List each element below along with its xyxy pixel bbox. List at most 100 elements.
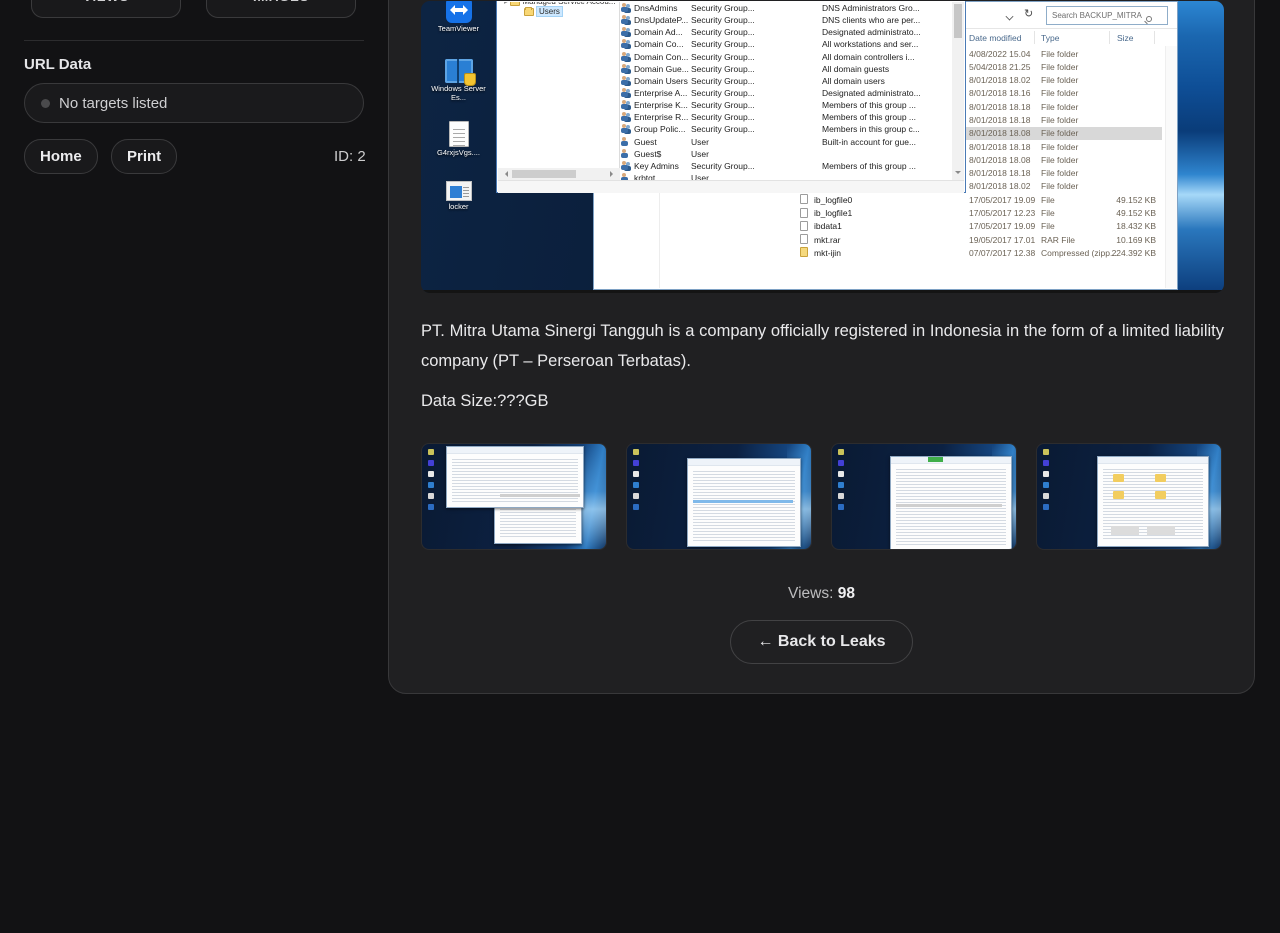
mini-file-tiles [1111, 526, 1139, 535]
views-count: 98 [838, 585, 855, 602]
scroll-down-icon [955, 171, 961, 177]
desktop-icon-document: G4rxjsVgs.... [421, 121, 496, 158]
folder-icon [524, 8, 534, 16]
file-size: 49.152 KB [1084, 208, 1156, 218]
file-size: 10.169 KB [1084, 235, 1156, 245]
sidebar: VIEWS IMAGES URL Data No targets listed … [0, 0, 388, 933]
date-modified: 8/01/2018 18.18 [969, 168, 1030, 178]
account-description: Designated administrato... [822, 88, 952, 98]
explorer-file-row: ib_logfile017/05/2017 19.09File49.152 KB [594, 193, 1164, 206]
tree-item-managed-service: ▸ Managed Service Accou... [504, 2, 615, 6]
mini-desktop-icons [1043, 449, 1049, 455]
aduc-window: ▸ Managed Service Accou... Users DnsAdmi… [496, 1, 966, 193]
print-button[interactable]: Print [111, 139, 177, 174]
group-icon [621, 161, 632, 171]
tab-images-label: IMAGES [253, 0, 309, 4]
tab-views[interactable]: VIEWS [31, 0, 181, 18]
file-name: mkt-ijin [814, 248, 841, 258]
group-icon [621, 112, 632, 122]
account-description: DNS clients who are per... [822, 15, 952, 25]
account-type: Security Group... [691, 88, 822, 98]
leak-thumbnail-2[interactable] [626, 443, 812, 550]
user-icon [621, 149, 632, 159]
account-description: Members of this group ... [822, 100, 952, 110]
account-description: Designated administrato... [822, 27, 952, 37]
account-type: Security Group... [691, 100, 822, 110]
group-icon [621, 39, 632, 49]
account-description: All domain users [822, 76, 952, 86]
tab-images[interactable]: IMAGES [206, 0, 356, 18]
account-type: Security Group... [691, 124, 822, 134]
scroll-left-icon [502, 171, 508, 177]
account-type: Security Group... [691, 112, 822, 122]
company-description: PT. Mitra Utama Sinergi Tangguh is a com… [421, 316, 1224, 376]
group-icon [621, 88, 632, 98]
account-name: Guest [634, 137, 691, 147]
leak-thumbnail-4[interactable] [1036, 443, 1222, 550]
mini-desktop-icons [428, 449, 434, 455]
aduc-row: Enterprise K...Security Group...Members … [621, 99, 952, 111]
desktop-icon-locker: locker [421, 181, 496, 212]
views-counter: Views: 98 [389, 585, 1254, 603]
aduc-row: krbtgtUser [621, 172, 952, 180]
zip-file-icon [800, 247, 808, 257]
account-name: Domain Con... [634, 52, 691, 62]
account-description: All workstations and ser... [822, 39, 952, 49]
leak-screenshot-main[interactable]: ↻ Search BACKUP_MITRA Date modified Type… [421, 1, 1224, 293]
column-size: Size [1117, 33, 1134, 43]
no-targets-pill: No targets listed [24, 83, 364, 123]
date-modified: 8/01/2018 18.18 [969, 115, 1030, 125]
leak-thumbnail-3[interactable] [831, 443, 1017, 550]
tree-horizontal-scrollbar [498, 168, 620, 180]
explorer-scrollbar [1165, 46, 1177, 288]
file-name: mkt.rar [814, 235, 840, 245]
account-type: User [691, 173, 822, 180]
windows-server-icon [445, 59, 473, 83]
aduc-row: Key AdminsSecurity Group...Members of th… [621, 160, 952, 172]
back-to-leaks-button[interactable]: ← Back to Leaks [730, 620, 912, 664]
aduc-row: Enterprise R...Security Group...Members … [621, 111, 952, 123]
sidebar-divider [24, 40, 364, 41]
tree-item-users: Users [524, 7, 562, 16]
account-name: DnsAdmins [634, 3, 691, 13]
search-icon [1146, 16, 1152, 22]
leak-thumbnail-1[interactable] [421, 443, 607, 550]
group-icon [621, 3, 632, 13]
account-name: Group Polic... [634, 124, 691, 134]
file-type: File folder [1041, 168, 1078, 178]
group-icon [621, 76, 632, 86]
account-name: Domain Co... [634, 39, 691, 49]
windows-taskbar [421, 290, 1224, 293]
explorer-file-row: ib_logfile117/05/2017 12.23File49.152 KB [594, 207, 1164, 220]
date-modified: 8/01/2018 18.08 [969, 155, 1030, 165]
file-type: File folder [1041, 62, 1078, 72]
windows-wallpaper [1177, 1, 1224, 290]
group-icon [621, 27, 632, 37]
date-modified: 17/05/2017 19.09 [969, 221, 1035, 231]
account-type: Security Group... [691, 76, 822, 86]
file-type: File folder [1041, 181, 1078, 191]
account-name: Enterprise A... [634, 88, 691, 98]
user-icon [621, 173, 632, 180]
date-modified: 19/05/2017 17.01 [969, 235, 1035, 245]
file-name: ib_logfile0 [814, 195, 852, 205]
desktop-icon-windows-server: Windows Server Es... [421, 59, 496, 102]
aduc-row: DnsAdminsSecurity Group...DNS Administra… [621, 2, 952, 14]
aduc-vertical-scrollbar [952, 2, 964, 180]
date-modified: 17/05/2017 19.09 [969, 195, 1035, 205]
aduc-user-list: DnsAdminsSecurity Group...DNS Administra… [621, 2, 952, 180]
file-icon [800, 234, 808, 244]
account-name: Enterprise R... [634, 112, 691, 122]
file-size: 224.392 KB [1084, 248, 1156, 258]
teamviewer-icon [446, 1, 472, 23]
group-icon [621, 15, 632, 25]
account-name: Key Admins [634, 161, 691, 171]
date-modified: 8/01/2018 18.16 [969, 88, 1030, 98]
file-type: RAR File [1041, 235, 1075, 245]
column-type: Type [1041, 33, 1059, 43]
file-icon [800, 194, 808, 204]
account-type: Security Group... [691, 3, 822, 13]
tree-expand-icon: ▸ [504, 2, 508, 6]
explorer-file-row: ibdata117/05/2017 19.09File18.432 KB [594, 220, 1164, 233]
home-button[interactable]: Home [24, 139, 98, 174]
